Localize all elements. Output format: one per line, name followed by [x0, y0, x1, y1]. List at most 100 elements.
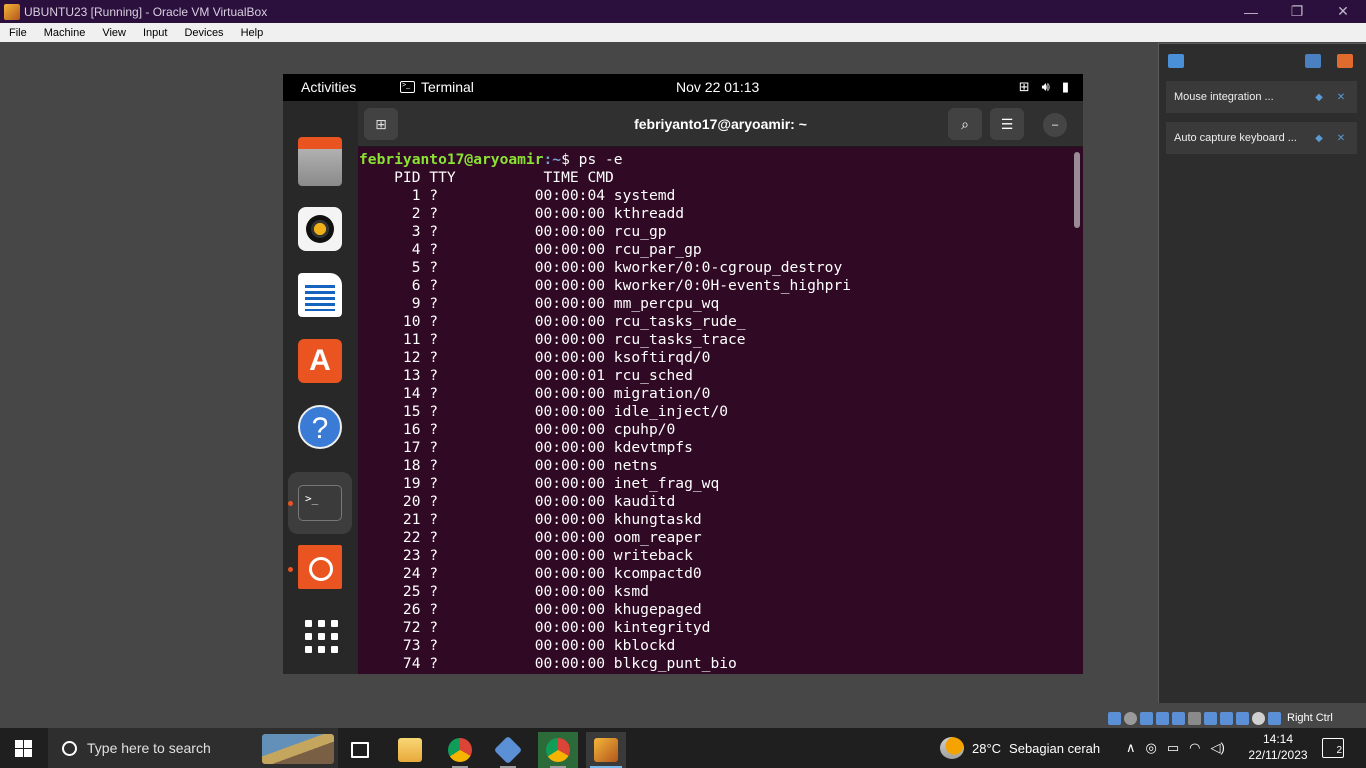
optical-drive-icon[interactable] [1124, 711, 1137, 725]
show-apps-icon[interactable] [298, 613, 342, 657]
mouse-integration-icon[interactable] [1252, 711, 1265, 725]
close-icon[interactable]: ✕ [1335, 92, 1347, 103]
sort-icon[interactable] [1305, 54, 1321, 68]
ps-row: 6 ? 00:00:00 kworker/0:0H-events_highpri [359, 277, 852, 294]
weather-temp: 28°C [972, 740, 1002, 756]
shared-folders-icon[interactable] [1188, 711, 1201, 725]
terminal-icon[interactable]: >_ [298, 485, 342, 521]
taskbar-search[interactable]: Type here to search [48, 728, 338, 768]
system-menu[interactable]: ⊞ 🔊︎ ▮ [1019, 79, 1069, 95]
hamburger-menu-button[interactable]: ☰ [990, 108, 1024, 140]
vbox-status-bar: Right Ctrl [1108, 708, 1366, 728]
ps-row: 12 ? 00:00:00 ksoftirqd/0 [359, 349, 711, 366]
terminal-scrollbar[interactable] [1074, 152, 1080, 228]
cpu-icon[interactable] [1236, 711, 1249, 725]
search-button[interactable]: ⌕ [948, 108, 982, 140]
chevron-up-icon[interactable]: ∧ [1126, 740, 1136, 756]
chrome-profile-icon [546, 738, 570, 762]
terminal-minimize-button[interactable]: – [1043, 113, 1067, 137]
vbox-menu-bar: File Machine View Input Devices Help [0, 23, 1366, 42]
notification-auto-capture[interactable]: Auto capture keyboard ... ◆ ✕ [1166, 122, 1357, 154]
menu-machine[interactable]: Machine [35, 27, 94, 39]
app-menu-terminal[interactable]: >_ Terminal [400, 79, 474, 95]
pin-icon[interactable]: ◆ [1313, 133, 1325, 144]
notification-mouse-integration[interactable]: Mouse integration ... ◆ ✕ [1166, 81, 1357, 113]
ps-row: 18 ? 00:00:00 netns [359, 457, 658, 474]
network-icon: ⊞ [1018, 79, 1030, 94]
battery-tray-icon[interactable]: ▭ [1167, 740, 1179, 756]
weather-widget[interactable]: 28°C Sebagian cerah [940, 728, 1100, 768]
search-highlight-image [262, 734, 334, 764]
menu-input[interactable]: Input [134, 27, 175, 39]
taskbar-virtualbox[interactable] [488, 732, 528, 768]
app-center-icon[interactable]: A [298, 339, 342, 383]
windows-taskbar: Type here to search 28°C Sebagian cerah … [0, 728, 1366, 768]
running-indicator [288, 501, 293, 506]
window-title: UBUNTU23 [Running] - Oracle VM VirtualBo… [24, 4, 268, 19]
usb-icon[interactable] [1172, 711, 1185, 725]
taskbar-ubuntu-vm[interactable] [586, 732, 626, 768]
pin-icon[interactable]: ◆ [1313, 92, 1325, 103]
dismiss-all-icon[interactable] [1337, 54, 1353, 68]
keyboard-capture-icon[interactable] [1268, 711, 1281, 725]
ubuntu-icon[interactable] [298, 545, 342, 589]
prompt-path: :~ [543, 151, 562, 168]
gnome-clock[interactable]: Nov 22 01:13 [676, 79, 759, 95]
ps-row: 22 ? 00:00:00 oom_reaper [359, 529, 702, 546]
ps-row: 4 ? 00:00:00 rcu_par_gp [359, 241, 702, 258]
wifi-icon[interactable]: ◠ [1189, 740, 1200, 756]
notification-text: Auto capture keyboard ... [1174, 132, 1297, 144]
notification-center-icon[interactable] [1168, 54, 1184, 68]
ps-output: 1 ? 00:00:04 systemd 2 ? 00:00:00 kthrea… [359, 187, 851, 672]
speaker-icon[interactable]: ◁) [1211, 740, 1225, 756]
taskbar-chrome[interactable] [440, 732, 480, 768]
search-placeholder: Type here to search [87, 740, 211, 756]
system-tray: ∧ ◎ ▭ ◠ ◁) [1126, 728, 1225, 768]
taskbar-file-explorer[interactable] [390, 732, 430, 768]
ps-row: 74 ? 00:00:00 blkcg_punt_bio [359, 655, 737, 672]
close-icon[interactable]: ✕ [1335, 133, 1347, 144]
help-icon[interactable]: ? [298, 405, 342, 449]
close-button[interactable]: ✕ [1320, 0, 1366, 23]
ps-row: 73 ? 00:00:00 kblockd [359, 637, 676, 654]
windows-start-icon[interactable] [15, 740, 32, 757]
taskbar-time: 14:14 [1262, 732, 1294, 746]
ps-row: 3 ? 00:00:00 rcu_gp [359, 223, 667, 240]
ps-row: 2 ? 00:00:00 kthreadd [359, 205, 685, 222]
weather-partly-sunny-icon [940, 737, 964, 759]
volume-icon: 🔊︎ [1041, 79, 1050, 94]
virtualbox-icon [493, 735, 523, 765]
notification-center-button[interactable]: 2 [1322, 738, 1344, 758]
files-icon[interactable] [298, 137, 342, 186]
menu-help[interactable]: Help [232, 27, 272, 39]
terminal-header-bar: ⊞ febriyanto17@aryoamir: ~ ⌕ ☰ – [358, 101, 1083, 147]
terminal-output[interactable]: febriyanto17@aryoamir:~$ ps -e PID TTY T… [358, 151, 1070, 673]
audio-icon[interactable] [1140, 711, 1153, 725]
guest-screen[interactable]: Activities >_ Terminal Nov 22 01:13 ⊞ 🔊︎… [283, 74, 1083, 674]
hard-disk-icon[interactable] [1108, 711, 1121, 725]
ps-row: 20 ? 00:00:00 kauditd [359, 493, 676, 510]
rhythmbox-icon[interactable] [298, 207, 342, 251]
taskbar-chrome-profile[interactable] [538, 732, 578, 768]
terminal-window[interactable]: ⊞ febriyanto17@aryoamir: ~ ⌕ ☰ – febriya… [358, 101, 1083, 674]
ps-row: 9 ? 00:00:00 mm_percpu_wq [359, 295, 720, 312]
menu-devices[interactable]: Devices [175, 27, 231, 39]
ps-row: 26 ? 00:00:00 khugepaged [359, 601, 702, 618]
ps-row: 11 ? 00:00:00 rcu_tasks_trace [359, 331, 746, 348]
restore-button[interactable]: ❐ [1274, 0, 1320, 23]
display-icon[interactable] [1204, 711, 1217, 725]
minimize-button[interactable]: — [1228, 0, 1274, 23]
recording-icon[interactable] [1220, 711, 1233, 725]
ps-row: 1 ? 00:00:04 systemd [359, 187, 676, 204]
host-key-label: Right Ctrl [1287, 712, 1333, 724]
activities-button[interactable]: Activities [301, 79, 356, 95]
meet-now-icon[interactable]: ◎ [1146, 740, 1157, 756]
libreoffice-writer-icon[interactable] [298, 273, 342, 317]
menu-view[interactable]: View [93, 27, 134, 39]
battery-icon: ▮ [1061, 79, 1069, 94]
notification-text: Mouse integration ... [1174, 91, 1274, 103]
taskbar-clock[interactable]: 14:14 22/11/2023 [1246, 731, 1310, 763]
menu-file[interactable]: File [0, 27, 35, 39]
task-view-button[interactable] [340, 732, 380, 768]
network-status-icon[interactable] [1156, 711, 1169, 725]
